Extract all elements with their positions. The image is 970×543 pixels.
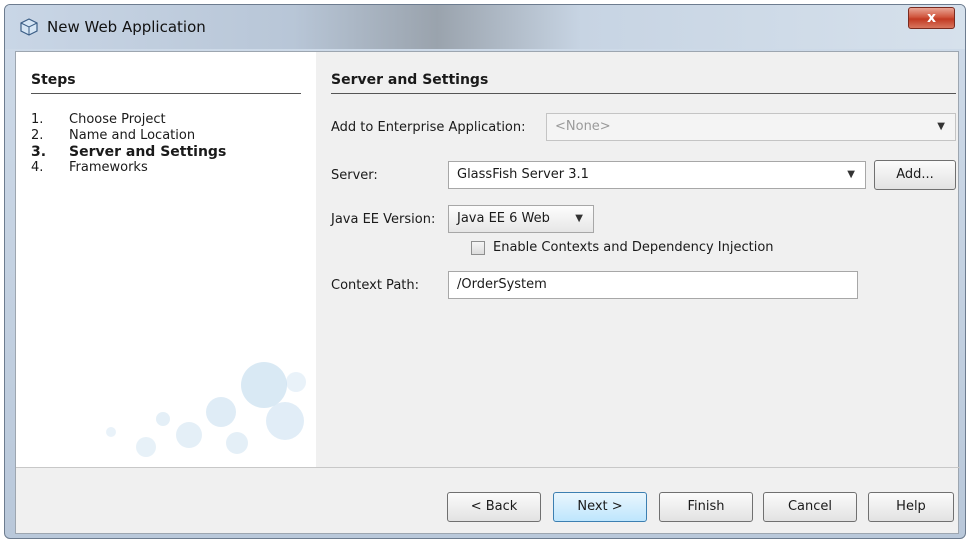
step-number: 2. bbox=[31, 128, 44, 143]
help-button[interactable]: Help bbox=[868, 492, 954, 522]
step-item-choose-project: 1. Choose Project bbox=[31, 112, 226, 128]
step-label: Server and Settings bbox=[69, 144, 227, 160]
add-server-label: Add... bbox=[896, 167, 934, 182]
dialog-client-area: Steps 1. Choose Project 2. Name and Locati… bbox=[15, 51, 960, 534]
step-label: Frameworks bbox=[69, 160, 148, 175]
cancel-button[interactable]: Cancel bbox=[763, 492, 857, 522]
back-button[interactable]: < Back bbox=[447, 492, 541, 522]
steps-list: 1. Choose Project 2. Name and Location 3. S… bbox=[31, 112, 226, 176]
enterprise-app-value: <None> bbox=[555, 119, 611, 134]
context-path-label: Context Path: bbox=[331, 278, 419, 293]
section-heading: Server and Settings bbox=[331, 72, 489, 88]
next-button[interactable]: Next > bbox=[553, 492, 647, 522]
javaee-version-label: Java EE Version: bbox=[331, 212, 436, 227]
step-item-name-and-location: 2. Name and Location bbox=[31, 128, 226, 144]
cdi-checkbox[interactable] bbox=[471, 241, 485, 255]
chevron-down-icon: ▼ bbox=[575, 213, 583, 224]
next-button-label: Next > bbox=[577, 499, 623, 514]
netbeans-cube-icon bbox=[20, 18, 38, 36]
enterprise-app-label: Add to Enterprise Application: bbox=[331, 120, 526, 135]
window-title: New Web Application bbox=[47, 18, 206, 36]
add-server-button[interactable]: Add... bbox=[874, 160, 956, 190]
step-item-frameworks: 4. Frameworks bbox=[31, 160, 226, 176]
help-button-label: Help bbox=[896, 499, 926, 514]
title-bar[interactable]: New Web Application x bbox=[5, 5, 965, 49]
step-item-server-and-settings: 3. Server and Settings bbox=[31, 144, 226, 160]
step-number: 4. bbox=[31, 160, 44, 175]
section-divider bbox=[331, 93, 956, 94]
finish-button[interactable]: Finish bbox=[659, 492, 753, 522]
server-select[interactable]: GlassFish Server 3.1 ▼ bbox=[448, 161, 866, 189]
step-label: Name and Location bbox=[69, 128, 196, 143]
steps-heading: Steps bbox=[31, 72, 76, 88]
steps-panel: Steps 1. Choose Project 2. Name and Locati… bbox=[16, 52, 316, 467]
button-bar-divider bbox=[16, 467, 960, 468]
javaee-version-select[interactable]: Java EE 6 Web ▼ bbox=[448, 205, 594, 233]
server-value: GlassFish Server 3.1 bbox=[457, 167, 589, 182]
step-label: Choose Project bbox=[69, 112, 166, 127]
cancel-button-label: Cancel bbox=[787, 499, 833, 514]
chevron-down-icon: ▼ bbox=[937, 121, 945, 132]
javaee-version-value: Java EE 6 Web bbox=[457, 211, 550, 226]
dialog-window: New Web Application x Steps 1. Choose Pro… bbox=[4, 4, 966, 539]
back-button-label: < Back bbox=[470, 499, 518, 514]
enterprise-app-select: <None> ▼ bbox=[546, 113, 956, 141]
finish-button-label: Finish bbox=[687, 499, 725, 514]
cdi-label[interactable]: Enable Contexts and Dependency Injection bbox=[493, 240, 774, 255]
close-icon: x bbox=[926, 10, 937, 26]
settings-panel: Server and Settings Add to Enterprise Ap… bbox=[316, 52, 960, 467]
context-path-value: /OrderSystem bbox=[457, 277, 547, 292]
steps-divider bbox=[31, 93, 301, 94]
chevron-down-icon: ▼ bbox=[847, 169, 855, 180]
step-number: 1. bbox=[31, 112, 44, 127]
close-button[interactable]: x bbox=[908, 7, 955, 29]
step-number: 3. bbox=[31, 144, 47, 160]
server-label: Server: bbox=[331, 168, 378, 183]
context-path-input[interactable]: /OrderSystem bbox=[448, 271, 858, 299]
